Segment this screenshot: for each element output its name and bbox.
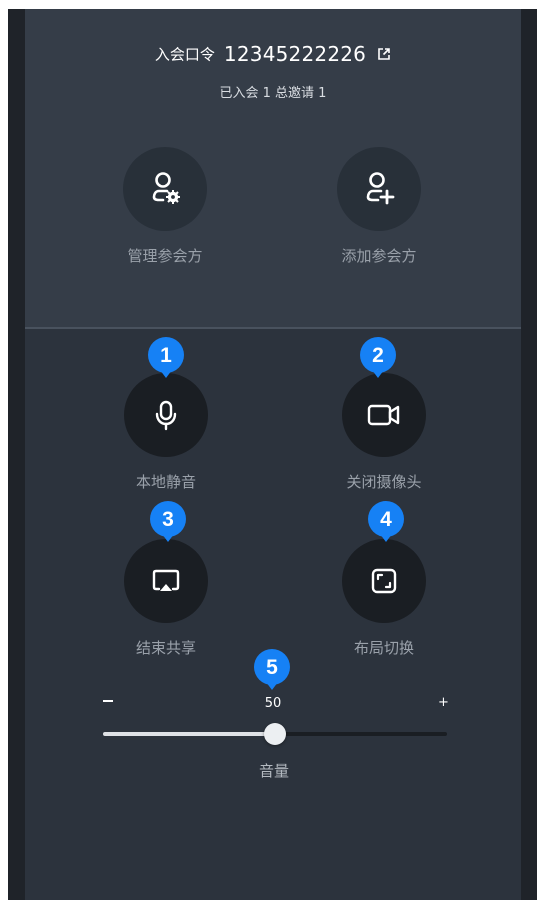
section-divider xyxy=(25,327,521,329)
end-share-label: 结束共享 xyxy=(135,639,196,657)
marker-number: 3 xyxy=(162,508,174,531)
marker-number: 2 xyxy=(372,344,384,367)
user-settings-icon xyxy=(152,172,180,204)
mute-local-circle[interactable] xyxy=(124,373,208,457)
volume-value: 50 xyxy=(264,696,282,711)
meeting-code-row: 入会口令 12345222226 xyxy=(25,42,521,66)
marker-number: 4 xyxy=(380,508,392,531)
microphone-icon xyxy=(155,400,177,431)
meeting-code-label: 入会口令 xyxy=(154,45,215,64)
marker-shape: 5 xyxy=(254,649,290,690)
mute-local-label: 本地静音 xyxy=(135,473,196,491)
add-participants-circle[interactable] xyxy=(337,147,421,231)
volume-slider-track[interactable] xyxy=(103,723,447,745)
screen-share-icon xyxy=(152,569,180,591)
left-edge xyxy=(8,9,25,900)
participant-status: 已入会 1 总邀请 1 xyxy=(219,86,327,101)
volume-label: 音量 xyxy=(258,762,289,780)
marker-badge-5: 5 xyxy=(252,648,292,692)
meeting-code-value: 12345222226 xyxy=(223,42,367,66)
marker-shape: 2 xyxy=(360,337,396,378)
marker-shape: 3 xyxy=(150,501,186,542)
layout-icon xyxy=(371,568,397,594)
marker-number: 5 xyxy=(266,656,278,679)
end-share-button[interactable]: 结束共享 xyxy=(106,539,226,658)
right-edge xyxy=(521,9,537,900)
volume-decrease-button[interactable] xyxy=(103,700,113,702)
marker-badge-2: 2 xyxy=(358,336,398,380)
end-share-circle[interactable] xyxy=(124,539,208,623)
add-participants-label: 添加参会方 xyxy=(341,247,417,265)
marker-badge-4: 4 xyxy=(366,500,406,544)
marker-badge-1: 1 xyxy=(146,336,186,380)
marker-shape: 1 xyxy=(148,337,184,378)
manage-participants-label: 管理参会方 xyxy=(127,247,203,265)
marker-badge-3: 3 xyxy=(148,500,188,544)
user-add-icon xyxy=(366,172,395,205)
layout-switch-button[interactable]: 布局切换 xyxy=(324,539,444,658)
camera-off-button[interactable]: 关闭摄像头 xyxy=(324,373,444,492)
volume-slider-fill xyxy=(103,732,275,736)
marker-number: 1 xyxy=(160,344,172,367)
mute-local-button[interactable]: 本地静音 xyxy=(106,373,226,492)
meeting-info-section: 入会口令 12345222226 已入会 1 总邀请 1 管理参会方 添加参会方 xyxy=(25,9,521,327)
layout-switch-circle[interactable] xyxy=(342,539,426,623)
video-camera-icon xyxy=(367,404,400,426)
camera-off-circle[interactable] xyxy=(342,373,426,457)
marker-shape: 4 xyxy=(368,501,404,542)
external-link-icon[interactable] xyxy=(377,47,391,61)
manage-participants-button[interactable]: 管理参会方 xyxy=(105,147,225,266)
manage-participants-circle[interactable] xyxy=(123,147,207,231)
layout-switch-label: 布局切换 xyxy=(353,639,414,657)
camera-off-label: 关闭摄像头 xyxy=(346,473,422,491)
add-participants-button[interactable]: 添加参会方 xyxy=(319,147,439,266)
volume-slider-thumb[interactable] xyxy=(264,723,286,745)
volume-increase-button[interactable]: + xyxy=(438,695,449,710)
